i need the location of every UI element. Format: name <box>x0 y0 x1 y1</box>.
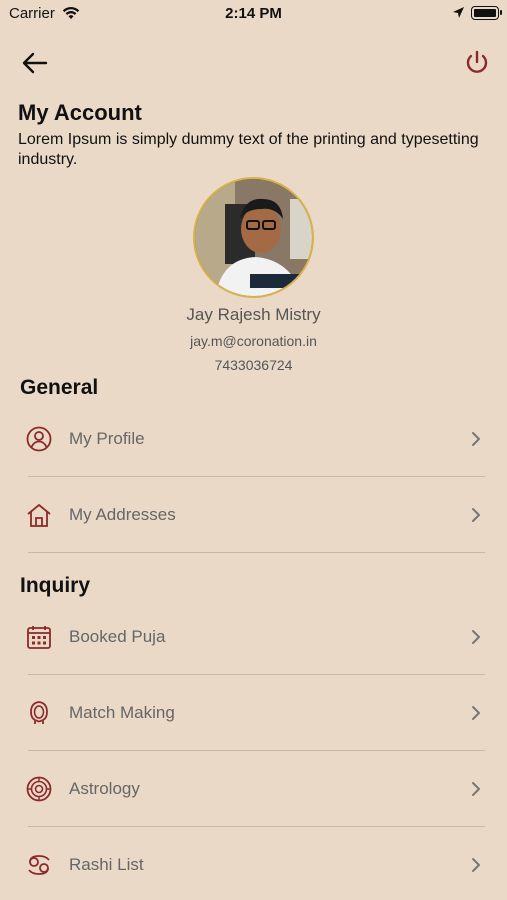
avatar[interactable] <box>193 177 314 298</box>
menu-item-label: Match Making <box>69 703 175 722</box>
chevron-right-icon <box>470 629 482 645</box>
battery-icon <box>471 6 502 20</box>
user-name: Jay Rajesh Mistry <box>186 305 321 324</box>
menu-item-my-addresses[interactable]: My Addresses <box>20 477 490 553</box>
back-button[interactable] <box>20 48 50 78</box>
calendar-icon <box>26 624 52 650</box>
power-icon <box>466 50 488 73</box>
chevron-right-icon <box>470 705 482 721</box>
status-time: 2:14 PM <box>225 5 282 22</box>
menu-item-my-profile[interactable]: My Profile <box>20 401 490 477</box>
chevron-right-icon <box>470 781 482 797</box>
user-email: jay.m@coronation.in <box>190 333 317 349</box>
menu-item-label: Astrology <box>69 779 140 798</box>
page-description: Lorem Ipsum is simply dummy text of the … <box>18 131 479 168</box>
avatar-photo <box>195 179 312 296</box>
back-arrow-icon <box>22 52 48 74</box>
menu-item-booked-puja[interactable]: Booked Puja <box>20 599 490 675</box>
menu-item-astrology[interactable]: Astrology <box>20 751 490 827</box>
menu-item-rashi-list[interactable]: Rashi List <box>20 827 490 900</box>
chevron-right-icon <box>470 857 482 873</box>
user-phone: 7433036724 <box>214 357 293 373</box>
menu-item-label: My Addresses <box>69 505 176 524</box>
logout-button[interactable] <box>463 48 491 78</box>
menu-item-match-making[interactable]: Match Making <box>20 675 490 751</box>
user-circle-icon <box>26 426 52 452</box>
match-making-icon <box>26 700 52 726</box>
home-icon <box>26 502 52 528</box>
divider <box>28 552 485 553</box>
section-title-inquiry: Inquiry <box>20 574 91 597</box>
page-title: My Account <box>18 100 142 125</box>
menu-item-label: My Profile <box>69 429 145 448</box>
menu-item-label: Rashi List <box>69 855 144 874</box>
chevron-right-icon <box>470 507 482 523</box>
section-title-general: General <box>20 376 99 399</box>
astrology-icon <box>26 776 52 802</box>
location-arrow-icon <box>452 6 465 23</box>
menu-item-label: Booked Puja <box>69 627 166 646</box>
chevron-right-icon <box>470 431 482 447</box>
rashi-icon <box>26 852 52 878</box>
status-bar: Carrier 2:14 PM <box>0 0 507 28</box>
